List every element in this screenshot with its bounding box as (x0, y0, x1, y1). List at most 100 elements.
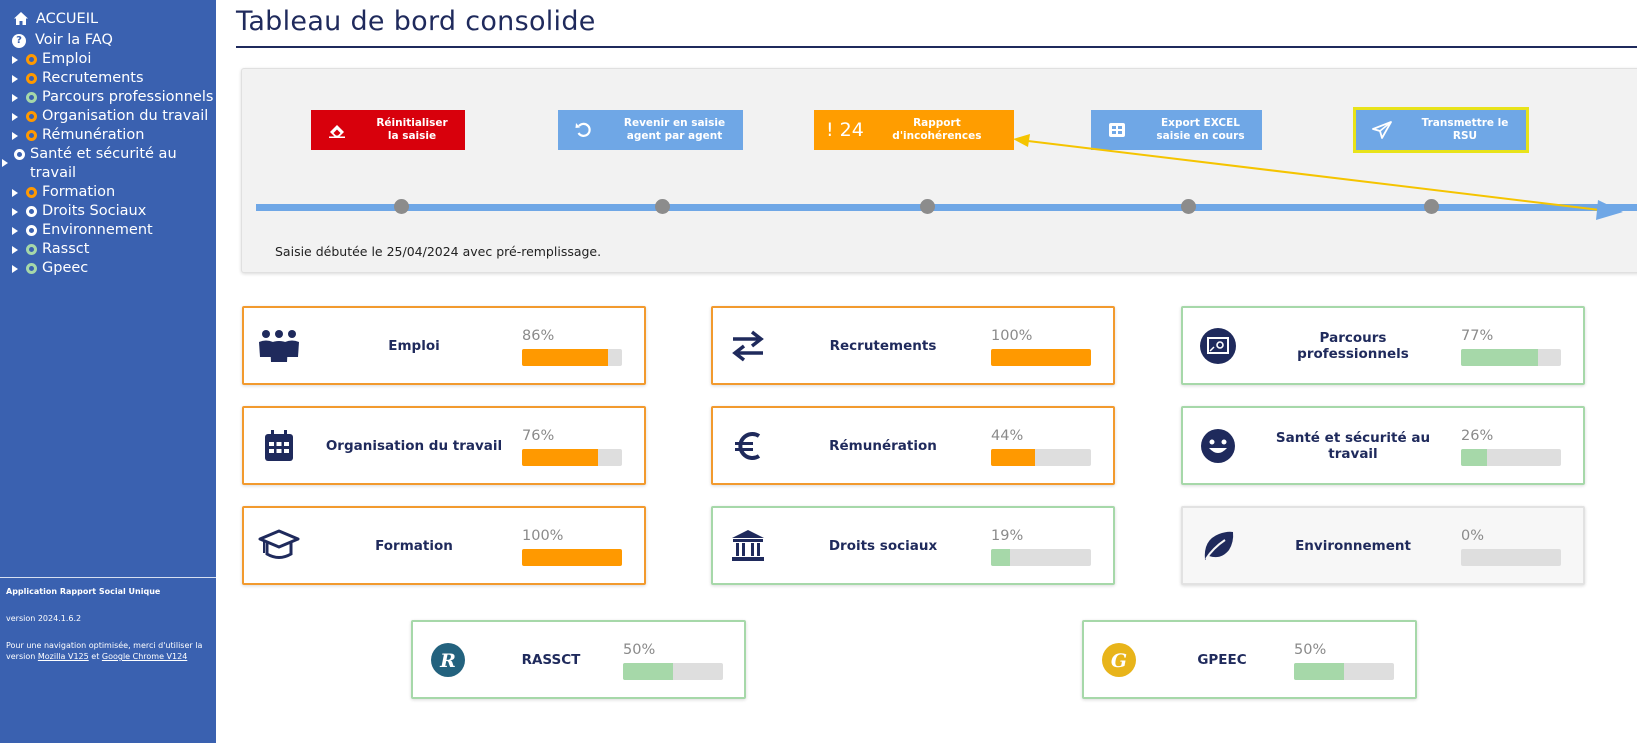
sidebar-item-environnement[interactable]: Environnement (0, 221, 216, 240)
card-progress-bar (1461, 349, 1561, 366)
status-circle-icon (26, 263, 37, 274)
card-progress-fill (522, 549, 622, 566)
card-gpeec[interactable]: G GPEEC 50% (1082, 620, 1417, 699)
card-progress-fill (991, 449, 1035, 466)
card-progress-fill (522, 449, 598, 466)
sidebar-item-text: Santé et sécurité au travail (30, 146, 177, 181)
sidebar-item-remuneration[interactable]: Rémunération (0, 126, 216, 145)
app-version: version 2024.1.6.2 (6, 614, 82, 623)
export-excel-line1: Export EXCEL (1161, 117, 1240, 129)
card-progress-bar (1461, 449, 1561, 466)
sidebar-item-label: Voir la FAQ (35, 32, 113, 48)
status-circle-icon (26, 73, 37, 84)
agent-entry-line2: agent par agent (626, 130, 723, 142)
card-label: GPEEC (1197, 651, 1247, 668)
sidebar-item-recrutements[interactable]: Recrutements (0, 69, 216, 88)
card-sante[interactable]: Santé et sécurité au travail 26% (1181, 406, 1585, 485)
status-circle-icon (26, 54, 37, 65)
sidebar-item-faq[interactable]: ? Voir la FAQ (0, 31, 216, 50)
agent-entry-button[interactable]: Revenir en saisie agent par agent (558, 110, 743, 150)
caret-right-icon (2, 159, 8, 167)
sidebar-item-formation[interactable]: Formation (0, 183, 216, 202)
sidebar-item-label: Gpeec (42, 260, 89, 276)
card-droits[interactable]: Droits sociaux 19% (711, 506, 1115, 585)
home-icon (14, 12, 28, 31)
presentation-icon (1183, 308, 1253, 383)
mozilla-link[interactable]: Mozilla V125 (38, 652, 89, 661)
calendar-icon (244, 408, 314, 483)
chrome-link[interactable]: Google Chrome V124 (102, 652, 187, 661)
sidebar-item-rassct[interactable]: Rassct (0, 240, 216, 259)
sidebar-item-label: Organisation du travail (42, 108, 209, 124)
caret-right-icon (12, 75, 18, 83)
progress-step-node (1424, 199, 1439, 214)
card-label: Recrutements (829, 337, 937, 354)
sidebar-item-label: Santé et sécurité au travail (14, 145, 204, 183)
transmit-rsu-line2: RSU (1452, 130, 1478, 142)
exchange-arrows-icon (713, 308, 783, 383)
paper-plane-icon (1356, 121, 1408, 139)
transmit-rsu-line1: Transmettre le (1421, 117, 1509, 129)
sidebar-item-gpeec[interactable]: Gpeec (0, 259, 216, 278)
sidebar-item-label: Rassct (42, 241, 90, 257)
rassct-logo-icon: R (413, 622, 483, 697)
sidebar-item-droits[interactable]: Droits Sociaux (0, 202, 216, 221)
workflow-panel: Réinitialiser la saisie Revenir en saisie… (241, 68, 1637, 273)
card-progress-bar (1294, 663, 1394, 680)
page-title: Tableau de bord consolide (236, 6, 596, 37)
card-organisation[interactable]: Organisation du travail 76% (242, 406, 646, 485)
card-remuneration[interactable]: Rémunération 44% (711, 406, 1115, 485)
card-progress-fill (522, 349, 608, 366)
sidebar-item-accueil[interactable]: ACCUEIL (0, 10, 216, 31)
reset-entry-button[interactable]: Réinitialiser la saisie (311, 110, 465, 150)
card-percent: 19% (991, 528, 1024, 544)
card-environnement[interactable]: Environnement 0% (1181, 506, 1585, 585)
card-formation[interactable]: Formation 100% (242, 506, 646, 585)
inconsistency-report-line1: Rapport (913, 117, 961, 129)
card-recrutements[interactable]: Recrutements 100% (711, 306, 1115, 385)
card-parcours[interactable]: Parcours professionnels 77% (1181, 306, 1585, 385)
caret-right-icon (12, 265, 18, 273)
status-circle-icon (14, 149, 25, 160)
card-label: Environnement (1295, 537, 1411, 554)
card-percent: 100% (991, 328, 1033, 344)
sidebar-item-emploi[interactable]: Emploi (0, 50, 216, 69)
export-excel-button[interactable]: Export EXCEL saisie en cours (1091, 110, 1262, 150)
transmit-rsu-button[interactable]: Transmettre le RSU (1353, 107, 1529, 153)
sidebar-item-organisation[interactable]: Organisation du travail (0, 107, 216, 126)
card-progress-bar (991, 349, 1091, 366)
card-label: Parcours professionnels (1297, 329, 1409, 362)
progress-step-node (394, 199, 409, 214)
card-label: Organisation du travail (325, 437, 503, 454)
smiley-icon (1183, 408, 1253, 483)
status-circle-icon (26, 206, 37, 217)
caret-right-icon (12, 113, 18, 121)
caret-right-icon (12, 208, 18, 216)
card-emploi[interactable]: Emploi 86% (242, 306, 646, 385)
reset-entry-line1: Réinitialiser (376, 117, 448, 129)
card-progress-bar (522, 349, 622, 366)
sidebar-item-parcours[interactable]: Parcours professionnels (0, 88, 216, 107)
card-rassct[interactable]: R RASSCT 50% (411, 620, 746, 699)
gpeec-logo-letter: G (1111, 650, 1127, 672)
card-label: RASSCT (521, 651, 581, 668)
inconsistency-report-button[interactable]: ! 24 Rapport d'incohérences (814, 110, 1014, 150)
card-label: Rémunération (829, 437, 937, 454)
sidebar-item-label: Parcours professionnels (42, 89, 214, 105)
card-percent: 86% (522, 328, 555, 344)
export-excel-line2: saisie en cours (1156, 130, 1245, 142)
sidebar-item-label: Recrutements (42, 70, 144, 86)
card-percent: 0% (1461, 528, 1485, 544)
card-progress-fill (1294, 663, 1344, 680)
card-percent: 77% (1461, 328, 1494, 344)
caret-right-icon (12, 56, 18, 64)
euro-icon (713, 408, 783, 483)
card-progress-bar (522, 449, 622, 466)
leaf-icon (1183, 508, 1253, 583)
sidebar-item-label: Formation (42, 184, 116, 200)
card-progress-bar (522, 549, 622, 566)
status-circle-icon (26, 225, 37, 236)
agent-entry-label: Revenir en saisie agent par agent (610, 117, 743, 143)
progress-step-node (655, 199, 670, 214)
sidebar-item-sante[interactable]: Santé et sécurité au travail (0, 145, 216, 183)
